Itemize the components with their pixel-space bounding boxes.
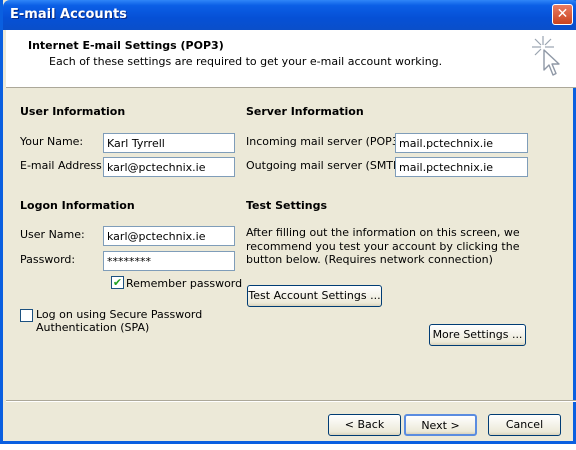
password-label: Password: (20, 253, 76, 266)
email-accounts-dialog: E-mail Accounts ✕ Internet E-mail Settin… (0, 0, 576, 444)
remember-password-label: Remember password (126, 277, 243, 290)
cancel-button[interactable]: Cancel (488, 414, 561, 436)
title-bar[interactable]: E-mail Accounts ✕ (3, 0, 576, 30)
close-icon: ✕ (556, 6, 569, 22)
remember-password-checkbox[interactable]: ✔ (111, 276, 124, 289)
spa-label-line1: Log on using Secure Password (36, 308, 203, 321)
incoming-server-input[interactable] (395, 133, 528, 153)
server-information-heading: Server Information (246, 105, 364, 118)
user-name-label: User Name: (20, 228, 85, 241)
window-title: E-mail Accounts (10, 7, 127, 22)
incoming-server-label: Incoming mail server (POP3): (246, 135, 407, 148)
checkmark-icon: ✔ (112, 276, 123, 289)
next-button[interactable]: Next > (404, 414, 477, 436)
user-name-input[interactable] (103, 226, 235, 246)
your-name-input[interactable] (103, 133, 235, 153)
footer-separator (6, 400, 576, 402)
your-name-label: Your Name: (20, 135, 84, 148)
outgoing-server-label: Outgoing mail server (SMTP): (246, 159, 408, 172)
spa-label: Log on using Secure Password Authenticat… (36, 308, 202, 334)
test-description-line1: After filling out the information on thi… (246, 226, 520, 239)
header-subtitle: Each of these settings are required to g… (49, 55, 443, 68)
test-description-line2: recommend you test your account by click… (246, 239, 520, 253)
back-button[interactable]: < Back (328, 414, 401, 436)
logon-information-heading: Logon Information (20, 199, 135, 212)
email-address-input[interactable] (103, 157, 235, 177)
outgoing-server-input[interactable] (395, 157, 528, 177)
spa-checkbox[interactable] (20, 309, 33, 322)
user-information-heading: User Information (20, 105, 126, 118)
more-settings-button[interactable]: More Settings ... (429, 324, 526, 346)
test-settings-heading: Test Settings (246, 199, 328, 212)
password-input[interactable] (103, 251, 235, 271)
spa-label-line2: Authentication (SPA) (36, 321, 150, 334)
close-button[interactable]: ✕ (552, 4, 573, 25)
test-settings-description: After filling out the information on thi… (246, 226, 520, 267)
email-address-label: E-mail Address: (20, 159, 106, 172)
header-panel: Internet E-mail Settings (POP3) Each of … (6, 30, 576, 88)
header-title: Internet E-mail Settings (POP3) (28, 39, 224, 52)
cursor-sparkle-icon (532, 36, 560, 76)
test-description-line3: button below. (Requires network connecti… (246, 253, 493, 266)
test-account-settings-button[interactable]: Test Account Settings ... (247, 285, 382, 307)
